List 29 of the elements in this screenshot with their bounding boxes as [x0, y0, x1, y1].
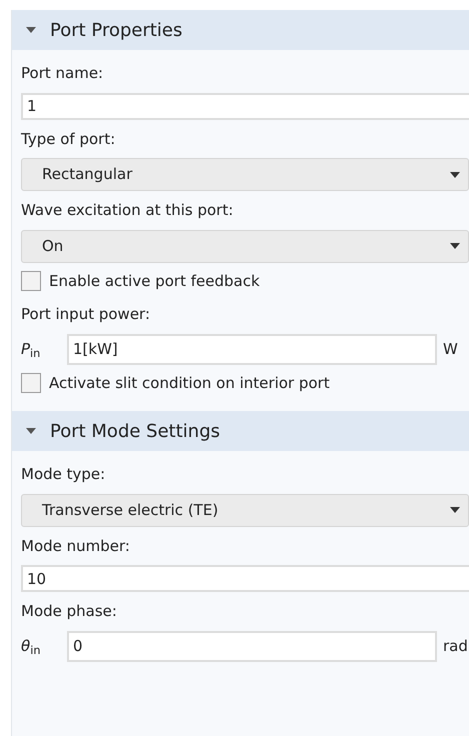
field-label: Mode phase: [21, 602, 117, 620]
unit-label: rad [443, 636, 468, 657]
field-label: Port input power: [21, 305, 150, 323]
checkbox[interactable] [21, 270, 41, 291]
checkbox-label: Enable active port feedback [49, 270, 260, 292]
field-label: Type of port: [21, 130, 116, 148]
caret-icon [26, 27, 36, 33]
symbol-label: P$_{in}$ [21, 338, 42, 360]
dropdown[interactable]: On [21, 230, 469, 262]
caret-icon [26, 428, 36, 434]
caret-icon [450, 172, 460, 178]
dropdown[interactable]: Transverse electric (TE) [21, 494, 469, 526]
field-label: Wave excitation at this port: [21, 201, 234, 219]
checkbox-label: Activate slit condition on interior port [49, 372, 330, 394]
caret-icon [450, 243, 460, 249]
field-label: Port name: [21, 64, 104, 82]
value-field[interactable]: 0 [67, 630, 437, 662]
dropdown[interactable]: Rectangular [21, 158, 469, 191]
field-label: Mode type: [21, 465, 106, 483]
value-field[interactable]: 1[kW] [67, 334, 437, 364]
checkbox[interactable] [21, 372, 41, 393]
text-field[interactable]: 1 [21, 92, 469, 120]
section-header[interactable]: Port Properties [12, 10, 469, 50]
symbol-label: θ$_{in}$ [21, 636, 42, 658]
caret-icon [450, 507, 460, 513]
text-field[interactable]: 10 [21, 565, 469, 592]
unit-label: W [443, 338, 458, 360]
section-header[interactable]: Port Mode Settings [12, 411, 469, 451]
field-label: Mode number: [21, 536, 130, 554]
